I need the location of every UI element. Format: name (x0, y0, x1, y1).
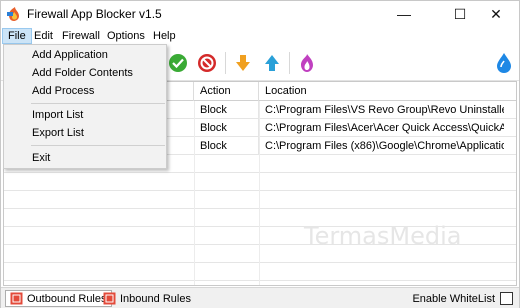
column-header-location[interactable]: Location (259, 82, 516, 101)
row-action: Block (194, 101, 259, 119)
menu-item-exit[interactable]: Exit (5, 149, 165, 167)
firewall-button[interactable] (294, 50, 320, 76)
tab-outbound-label: Outbound Rules (27, 292, 107, 305)
move-up-button[interactable] (259, 50, 285, 76)
table-row-empty (4, 263, 516, 281)
menu-separator (31, 103, 165, 104)
tab-inbound-rules[interactable]: Inbound Rules (99, 290, 195, 307)
row-action: Block (194, 119, 259, 137)
whitelist-toggle[interactable]: Enable WhiteList (412, 290, 513, 307)
file-menu-dropdown: Add Application Add Folder Contents Add … (3, 44, 167, 169)
column-divider (194, 101, 195, 285)
inbound-rules-icon (103, 292, 116, 305)
whitelist-checkbox[interactable] (500, 292, 513, 305)
toolbar-separator (225, 52, 226, 74)
menu-help[interactable]: Help (148, 28, 181, 44)
close-button[interactable]: ✕ (473, 1, 519, 27)
menu-item-export-list[interactable]: Export List (5, 124, 165, 142)
tab-inbound-label: Inbound Rules (120, 292, 191, 305)
flame-icon (301, 54, 313, 72)
column-divider (259, 101, 260, 285)
maximize-icon: ☐ (453, 5, 467, 22)
menu-options[interactable]: Options (102, 28, 150, 44)
arrow-up-icon (265, 55, 279, 71)
arrow-down-icon (236, 55, 250, 71)
check-icon (169, 54, 187, 72)
menu-edit[interactable]: Edit (29, 28, 58, 44)
tab-outbound-rules[interactable]: Outbound Rules (5, 290, 112, 307)
water-drop-logo-icon (497, 53, 511, 73)
enable-rule-button[interactable] (165, 50, 191, 76)
menu-firewall[interactable]: Firewall (57, 28, 105, 44)
row-location: C:\Program Files (x86)\Google\Chrome\App… (265, 140, 504, 152)
block-icon (198, 54, 216, 72)
menu-item-add-process[interactable]: Add Process (5, 82, 165, 100)
menu-bar: File Edit Firewall Options Help (1, 27, 519, 45)
block-rule-button[interactable] (194, 50, 220, 76)
column-header-action[interactable]: Action (194, 82, 259, 101)
watermark-text: TermasMedia (304, 222, 462, 250)
menu-item-import-list[interactable]: Import List (5, 106, 165, 124)
window-title: Firewall App Blocker v1.5 (27, 7, 162, 21)
close-icon: ✕ (490, 5, 502, 22)
whitelist-label: Enable WhiteList (412, 292, 495, 305)
app-logo-icon (6, 6, 22, 22)
app-window: Firewall App Blocker v1.5 — ☐ ✕ File Edi… (0, 0, 520, 308)
table-row-empty (4, 191, 516, 209)
menu-separator (31, 145, 165, 146)
row-action: Block (194, 137, 259, 155)
menu-item-add-folder-contents[interactable]: Add Folder Contents (5, 64, 165, 82)
minimize-button[interactable]: — (381, 1, 427, 27)
water-drop-logo (491, 50, 517, 76)
table-row-empty (4, 173, 516, 191)
minimize-icon: — (397, 6, 411, 22)
toolbar-separator (289, 52, 290, 74)
row-location: C:\Program Files\VS Revo Group\Revo Unin… (265, 104, 504, 116)
title-bar: Firewall App Blocker v1.5 — ☐ ✕ (1, 1, 519, 27)
menu-item-add-application[interactable]: Add Application (5, 46, 165, 64)
move-down-button[interactable] (230, 50, 256, 76)
outbound-rules-icon (10, 292, 23, 305)
menu-file[interactable]: File (2, 28, 32, 44)
status-bar: Outbound Rules Inbound Rules Enable Whit… (1, 287, 519, 308)
row-location: C:\Program Files\Acer\Acer Quick Access\… (265, 122, 504, 134)
